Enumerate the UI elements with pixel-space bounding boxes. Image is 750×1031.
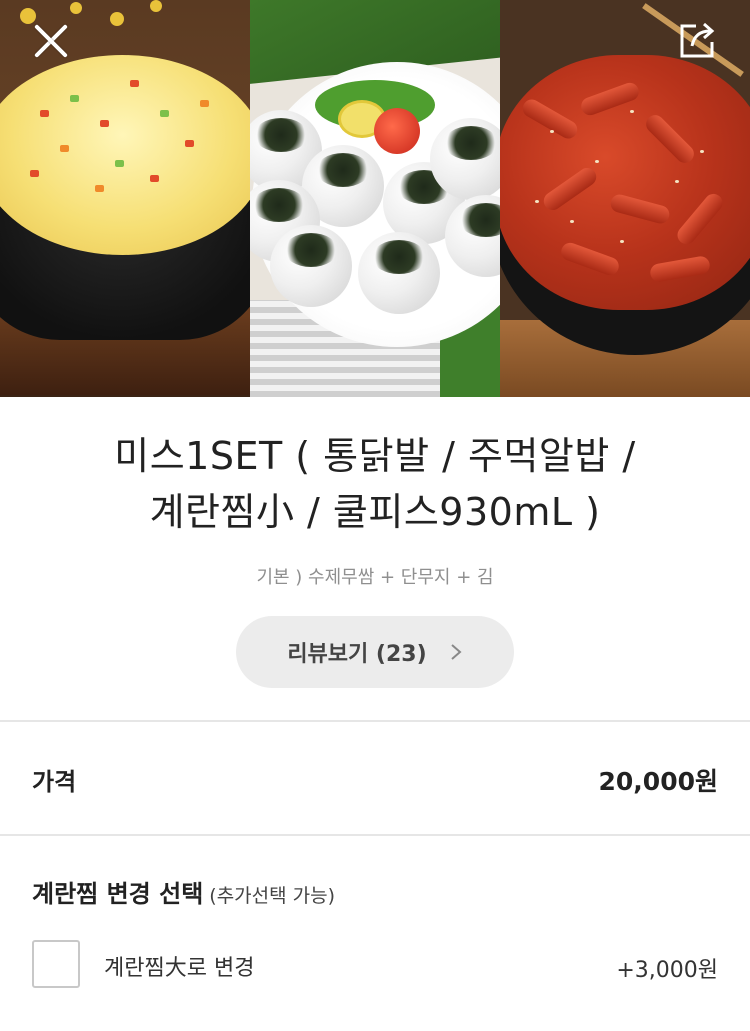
chevron-right-icon [451, 644, 462, 660]
option-group-title: 계란찜 변경 선택 (추가선택 가능) [32, 874, 335, 909]
option-item[interactable]: 계란찜大로 변경 +3,000원 [0, 936, 750, 996]
option-section: 계란찜 변경 선택 (추가선택 가능) 계란찜大로 변경 +3,000원 [0, 836, 750, 1031]
option-group-hint: (추가선택 가능) [209, 885, 336, 907]
view-reviews-button[interactable]: 리뷰보기 (23) [236, 616, 514, 688]
product-image-banner [0, 0, 750, 397]
price-label: 가격 [32, 768, 77, 796]
price-value: 20,000원 [598, 767, 718, 796]
close-icon[interactable] [28, 18, 74, 64]
share-icon[interactable] [676, 18, 720, 62]
rice-ball-photo [250, 0, 500, 397]
product-title: 미스1SET ( 통닭발 / 주먹알밥 / 계란찜小 / 쿨피스930mL ) [40, 428, 710, 540]
option-price: +3,000원 [616, 958, 718, 983]
product-title-line1: 미스1SET ( 통닭발 / 주먹알밥 / [114, 434, 636, 478]
view-reviews-label: 리뷰보기 (23) [287, 642, 427, 667]
product-title-line2: 계란찜小 / 쿨피스930mL ) [149, 490, 601, 534]
price-row: 가격 20,000원 [0, 722, 750, 834]
option-label: 계란찜大로 변경 [104, 956, 255, 981]
option-checkbox[interactable] [32, 940, 80, 988]
product-subtitle: 기본 ) 수제무쌈 + 단무지 + 김 [256, 567, 494, 588]
option-group-name: 계란찜 변경 선택 [32, 880, 204, 908]
